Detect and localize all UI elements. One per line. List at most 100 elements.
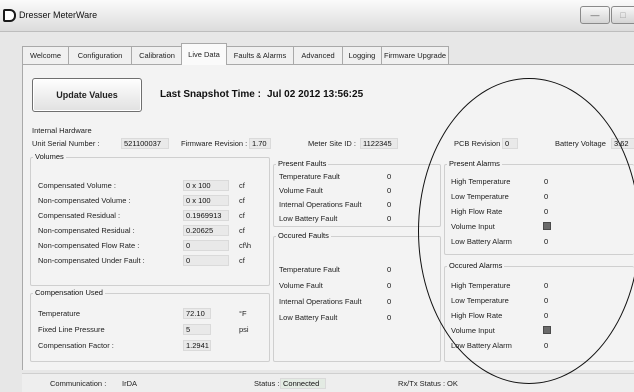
volume-row-unit: cf [239,256,245,265]
rxtx-status-label: Rx/Tx Status : [398,379,446,388]
compensation-row-label: Temperature [38,309,81,318]
firmware-label: Firmware Revision : [181,139,248,148]
occured-alarm-row-value: 0 [544,341,549,350]
present-fault-row-value: 0 [387,200,392,209]
present-fault-row-value: 0 [387,186,392,195]
volumes-title: Volumes [33,152,66,161]
occured-fault-row-label: Low Battery Fault [279,313,338,322]
compensation-row-value: 5 [183,324,211,335]
present-alarm-row-label: High Temperature [451,177,511,186]
occured-fault-row-label: Volume Fault [279,281,323,290]
serial-value: 521100037 [121,138,169,149]
site-id-label: Meter Site ID : [308,139,356,148]
present-alarm-row-label: Low Temperature [451,192,509,201]
volumes-group [30,157,270,286]
volume-row-value: 0.20625 [183,225,229,236]
present-alarm-row-label: Low Battery Alarm [451,237,512,246]
occured-fault-row-label: Temperature Fault [279,265,340,274]
volume-row-label: Non-compensated Flow Rate : [38,241,140,250]
occured-alarm-row-label: Low Battery Alarm [451,341,512,350]
volume-row-value: 0 [183,255,229,266]
occured-fault-row-value: 0 [387,313,392,322]
compensation-row-label: Compensation Factor : [38,341,114,350]
battery-voltage-label: Battery Voltage [555,139,606,148]
occured-alarm-row-label: Low Temperature [451,296,509,305]
pcb-revision-value: 0 [502,138,518,149]
firmware-value: 1.70 [249,138,271,149]
volume-row-label: Compensated Residual : [38,211,121,220]
serial-label: Unit Serial Number : [32,139,100,148]
volume-row-unit: cf\h [239,241,252,250]
app-logo-icon [3,9,16,22]
volume-row-unit: cf [239,226,245,235]
tab-welcome[interactable]: Welcome [22,46,69,64]
snapshot-value: Jul 02 2012 13:56:25 [266,89,364,100]
tab-calibration[interactable]: Calibration [131,46,183,64]
present-alarm-row-label: High Flow Rate [451,207,503,216]
occured-fault-row-value: 0 [387,281,392,290]
volume-row-unit: cf [239,196,245,205]
app-window: Dresser MeterWare — □ Welcome Configurat… [0,0,634,392]
volume-row-value: 0.1969913 [183,210,229,221]
volume-row-label: Non-compensated Volume : [38,196,131,205]
communication-value: IrDA [122,379,137,388]
battery-voltage-value: 3.62 [611,138,634,149]
tab-firmware-upgrade[interactable]: Firmware Upgrade [381,46,449,64]
occured-fault-row-value: 0 [387,265,392,274]
present-alarm-row-label: Volume Input [451,222,495,231]
volume-input-indicator-icon [543,222,551,230]
snapshot-label: Last Snapshot Time : [160,89,261,100]
volume-input-indicator-icon [543,326,551,334]
snapshot-time: Last Snapshot Time : Jul 02 2012 13:56:25 [160,89,363,100]
volume-row-label: Non-compensated Residual : [38,226,135,235]
occured-faults-title: Occured Faults [276,231,331,240]
present-alarm-row-value: 0 [544,237,549,246]
present-fault-row-label: Temperature Fault [279,172,340,181]
volume-row-label: Non-compensated Under Fault : [38,256,145,265]
occured-alarm-row-label: High Temperature [451,281,511,290]
occured-fault-row-label: Internal Operations Fault [279,297,362,306]
present-fault-row-value: 0 [387,172,392,181]
minimize-button[interactable]: — [580,6,610,24]
occured-alarm-row-value: 0 [544,311,549,320]
volume-row-unit: cf [239,181,245,190]
tab-logging[interactable]: Logging [342,46,382,64]
present-alarm-row-value: 0 [544,177,549,186]
site-id-value: 1122345 [360,138,398,149]
occured-fault-row-value: 0 [387,297,392,306]
hardware-title: Internal Hardware [32,126,92,135]
present-fault-row-value: 0 [387,214,392,223]
maximize-button[interactable]: □ [611,6,634,24]
compensation-row-unit: psi [239,325,249,334]
volume-row-label: Compensated Volume : [38,181,116,190]
compensation-row-unit: °F [239,309,247,318]
compensation-title: Compensation Used [33,288,105,297]
volume-row-unit: cf [239,211,245,220]
present-alarm-row-value: 0 [544,207,549,216]
tab-faults-alarms[interactable]: Faults & Alarms [226,46,294,64]
volume-row-value: 0 x 100 [183,180,229,191]
connection-status-badge: Connected [280,378,326,389]
window-title: Dresser MeterWare [19,10,98,20]
volume-row-value: 0 x 100 [183,195,229,206]
update-values-button[interactable]: Update Values [32,78,142,112]
occured-alarm-row-label: High Flow Rate [451,311,503,320]
status-bar [22,373,634,392]
present-fault-row-label: Volume Fault [279,186,323,195]
present-alarms-title: Present Alarms [447,159,502,168]
compensation-row-label: Fixed Line Pressure [38,325,105,334]
communication-label: Communication : [50,379,107,388]
occured-alarm-row-label: Volume Input [451,326,495,335]
volume-row-value: 0 [183,240,229,251]
occured-alarm-row-value: 0 [544,296,549,305]
tab-live-data[interactable]: Live Data [181,43,227,65]
occured-alarm-row-value: 0 [544,281,549,290]
status-label: Status : [254,379,280,388]
pcb-revision-label: PCB Revision [454,139,501,148]
title-bar: Dresser MeterWare — □ [0,0,634,32]
tab-advanced[interactable]: Advanced [293,46,343,64]
present-fault-row-label: Low Battery Fault [279,214,338,223]
present-alarm-row-value: 0 [544,192,549,201]
compensation-row-value: 1.2941 [183,340,211,351]
tab-configuration[interactable]: Configuration [68,46,132,64]
